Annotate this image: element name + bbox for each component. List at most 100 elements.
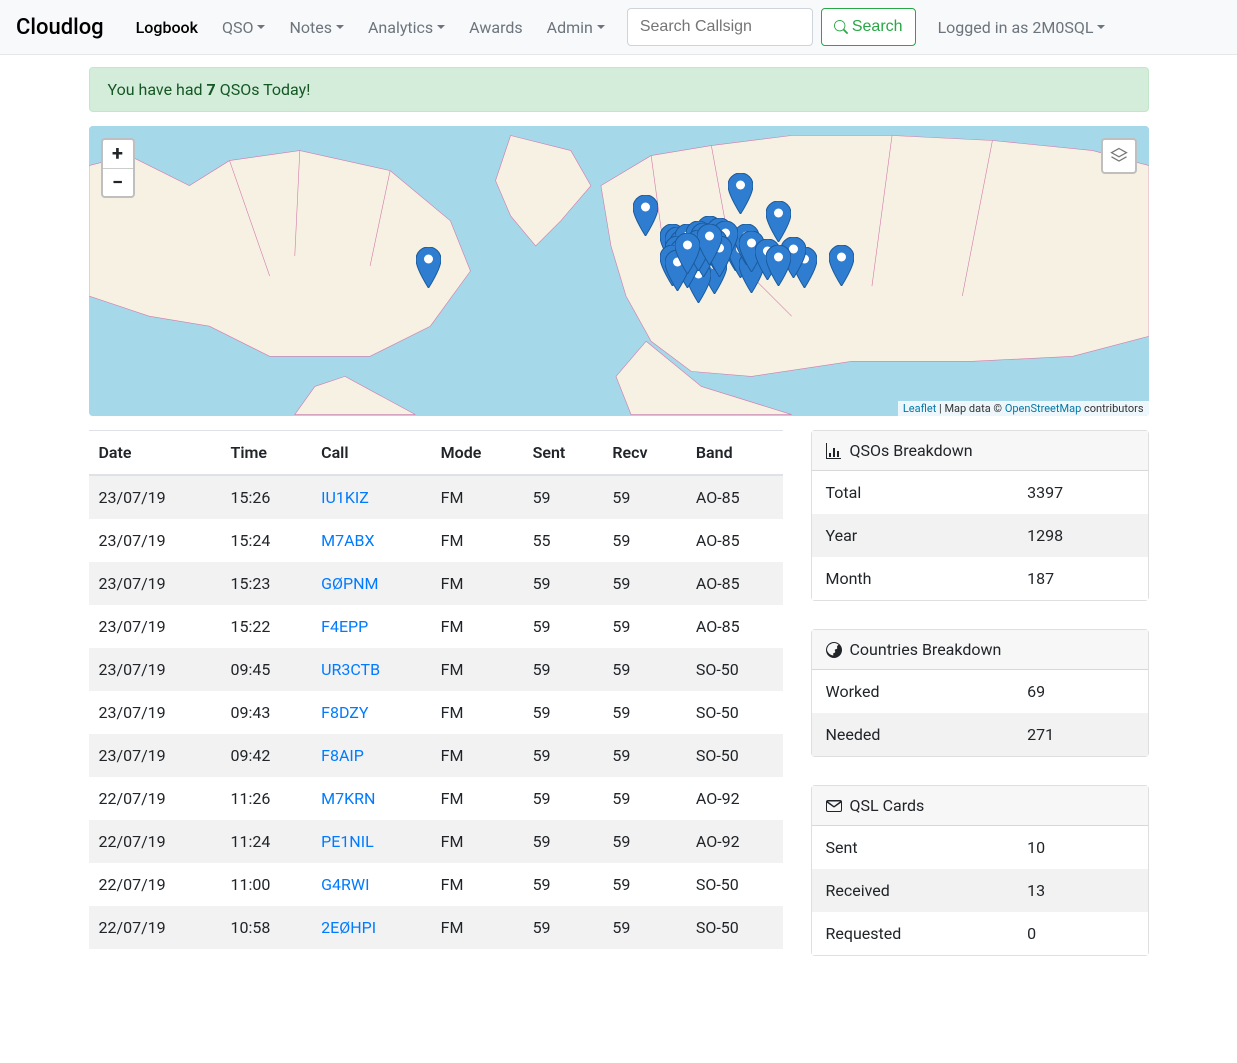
cell-mode: FM (431, 734, 523, 777)
cell-date: 23/07/19 (89, 519, 221, 562)
cell-time: 09:43 (221, 691, 312, 734)
map-marker[interactable] (829, 245, 854, 286)
cell-time: 15:24 (221, 519, 312, 562)
auth-menu[interactable]: Logged in as 2M0SQL (926, 10, 1118, 45)
th-band: Band (686, 431, 783, 476)
nav-awards[interactable]: Awards (457, 10, 534, 45)
cell-sent: 59 (523, 605, 603, 648)
cell-call[interactable]: M7ABX (311, 519, 431, 562)
bar-chart-icon (826, 443, 842, 459)
stat-label: Requested (812, 912, 1014, 955)
table-row[interactable]: 23/07/1909:42F8AIPFM5959SO-50 (89, 734, 783, 777)
cell-sent: 59 (523, 691, 603, 734)
cell-call[interactable]: M7KRN (311, 777, 431, 820)
cell-mode: FM (431, 648, 523, 691)
layers-button[interactable] (1101, 138, 1137, 174)
table-row[interactable]: 22/07/1911:26M7KRNFM5959AO-92 (89, 777, 783, 820)
map-marker[interactable] (728, 173, 753, 214)
table-row[interactable]: 23/07/1915:24M7ABXFM5559AO-85 (89, 519, 783, 562)
map[interactable]: + − Leaflet | Map data © OpenStreetMap c… (89, 126, 1149, 416)
cell-call[interactable]: GØPNM (311, 562, 431, 605)
nav-logbook[interactable]: Logbook (124, 10, 210, 45)
cell-sent: 59 (523, 906, 603, 949)
card-title: Countries Breakdown (850, 640, 1002, 659)
nav-notes[interactable]: Notes (277, 10, 356, 45)
cell-band: AO-85 (686, 605, 783, 648)
cell-sent: 59 (523, 475, 603, 519)
osm-link[interactable]: OpenStreetMap (1005, 402, 1081, 415)
cell-sent: 59 (523, 777, 603, 820)
card-title: QSL Cards (850, 796, 925, 815)
nav-analytics[interactable]: Analytics (356, 10, 457, 45)
cell-call[interactable]: F4EPP (311, 605, 431, 648)
cell-call[interactable]: 2EØHPI (311, 906, 431, 949)
table-row[interactable]: 22/07/1910:582EØHPIFM5959SO-50 (89, 906, 783, 949)
cell-call[interactable]: F8DZY (311, 691, 431, 734)
table-row[interactable]: 23/07/1909:45UR3CTBFM5959SO-50 (89, 648, 783, 691)
envelope-icon (826, 798, 842, 814)
map-marker[interactable] (633, 195, 658, 236)
cell-mode: FM (431, 605, 523, 648)
cell-call[interactable]: IU1KIZ (311, 475, 431, 519)
cell-band: AO-92 (686, 777, 783, 820)
cell-call[interactable]: G4RWI (311, 863, 431, 906)
cell-mode: FM (431, 863, 523, 906)
table-row[interactable]: 23/07/1915:22F4EPPFM5959AO-85 (89, 605, 783, 648)
cell-time: 11:24 (221, 820, 312, 863)
stat-row: Month187 (812, 557, 1148, 600)
cell-band: AO-85 (686, 562, 783, 605)
cell-time: 09:42 (221, 734, 312, 777)
table-row[interactable]: 23/07/1915:23GØPNMFM5959AO-85 (89, 562, 783, 605)
cell-band: AO-85 (686, 475, 783, 519)
caret-icon (257, 25, 265, 29)
zoom-in-button[interactable]: + (103, 140, 133, 168)
table-row[interactable]: 23/07/1909:43F8DZYFM5959SO-50 (89, 691, 783, 734)
search-button[interactable]: Search (821, 8, 916, 46)
table-row[interactable]: 23/07/1915:26IU1KIZFM5959AO-85 (89, 475, 783, 519)
cell-band: AO-92 (686, 820, 783, 863)
cell-recv: 59 (602, 648, 686, 691)
stat-value: 0 (1013, 912, 1147, 955)
nav-admin[interactable]: Admin (535, 10, 617, 45)
map-marker[interactable] (416, 247, 441, 288)
cell-recv: 59 (602, 734, 686, 777)
cell-recv: 59 (602, 906, 686, 949)
cell-time: 15:23 (221, 562, 312, 605)
cell-call[interactable]: UR3CTB (311, 648, 431, 691)
zoom-out-button[interactable]: − (103, 168, 133, 196)
stat-value: 1298 (1013, 514, 1147, 557)
cell-sent: 59 (523, 734, 603, 777)
stat-value: 271 (1013, 713, 1147, 756)
table-row[interactable]: 22/07/1911:00G4RWIFM5959SO-50 (89, 863, 783, 906)
cell-date: 23/07/19 (89, 734, 221, 777)
nav-qso-label: QSO (222, 18, 254, 37)
auth-label: Logged in as 2M0SQL (938, 18, 1094, 37)
card-title: QSOs Breakdown (850, 441, 973, 460)
map-marker[interactable] (675, 233, 700, 274)
nav-qso[interactable]: QSO (210, 10, 278, 45)
table-row[interactable]: 22/07/1911:24PE1NILFM5959AO-92 (89, 820, 783, 863)
stat-value: 10 (1013, 826, 1147, 869)
stat-row: Year1298 (812, 514, 1148, 557)
cell-call[interactable]: F8AIP (311, 734, 431, 777)
map-zoom-controls: + − (101, 138, 135, 198)
stat-label: Year (812, 514, 1014, 557)
th-time: Time (221, 431, 312, 476)
cell-mode: FM (431, 777, 523, 820)
cell-date: 22/07/19 (89, 777, 221, 820)
cell-time: 11:26 (221, 777, 312, 820)
stat-label: Sent (812, 826, 1014, 869)
leaflet-link[interactable]: Leaflet (903, 402, 936, 415)
cell-call[interactable]: PE1NIL (311, 820, 431, 863)
navbar: Cloudlog Logbook QSO Notes Analytics Awa… (0, 0, 1237, 55)
caret-icon (437, 25, 445, 29)
search-input[interactable] (627, 8, 813, 46)
map-marker[interactable] (766, 201, 791, 242)
brand[interactable]: Cloudlog (16, 15, 104, 40)
cell-date: 23/07/19 (89, 605, 221, 648)
caret-icon (1097, 25, 1105, 29)
map-marker[interactable] (766, 245, 791, 286)
cell-time: 11:00 (221, 863, 312, 906)
attr-suffix: contributors (1081, 402, 1143, 415)
stat-row: Total3397 (812, 471, 1148, 514)
